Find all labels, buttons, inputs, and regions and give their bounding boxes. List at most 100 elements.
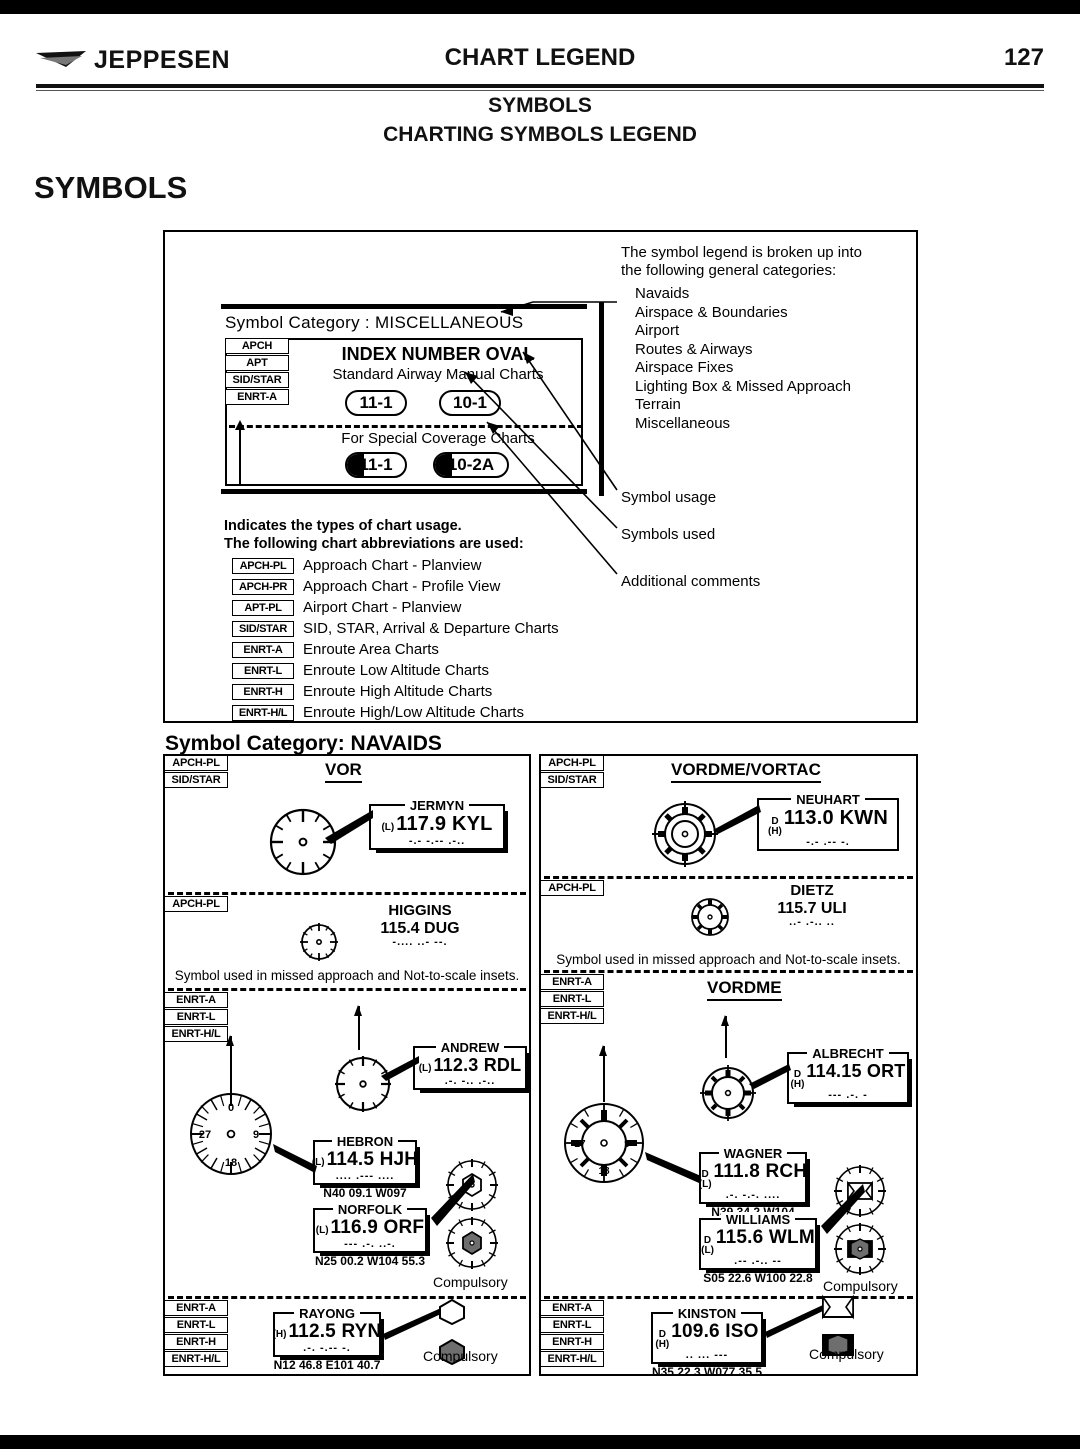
navaid-id-box-jermyn: JERMYN (L) 117.9 KYL -.- -.-- .-.. [369, 798, 508, 853]
usage-tag: ENRT-A [540, 974, 604, 990]
box-shadow-bottom [658, 1362, 766, 1367]
navaid-morse: -.... ..- --. [392, 936, 448, 948]
box-shadow-bottom [706, 1202, 810, 1207]
box-shadow-bottom [376, 848, 508, 853]
abbrev-tag: SID/STAR [232, 620, 294, 637]
vor-fix-filled-icon [446, 1217, 498, 1269]
section-divider [544, 876, 913, 879]
navaid-coordinates: N35 22.3 W077 35.5 [651, 1365, 763, 1379]
vor-fix-hollow-icon [446, 1159, 498, 1211]
navaid-frame: WILLIAMS D (L) 115.6 WLM .-- .-.. -- [699, 1212, 820, 1273]
waypoint-hexagon-hollow-icon [439, 1298, 465, 1326]
navaid-frequency: 111.8 RCH [713, 1161, 808, 1182]
box-shadow-bottom [420, 1088, 530, 1093]
vor-compass-rose-icon: 0 9 18 27 [190, 1093, 272, 1175]
navaid-name: HIGGINS [388, 902, 452, 919]
leader-line [383, 1308, 443, 1340]
box-shadow-right [415, 1147, 420, 1188]
box-shadow-right [907, 1059, 912, 1107]
vordme-fix-hollow-icon [834, 1165, 886, 1217]
navaid-frame: ALBRECHT D (H) 114.15 ORT --- .-. - [787, 1046, 912, 1107]
svg-text:0: 0 [601, 1114, 607, 1125]
vordme-compass-rose-icon: 0 9 18 27 [564, 1103, 644, 1183]
navaid-morse: .. ... --- [685, 1349, 729, 1361]
compulsory-label: Compulsory [823, 1278, 898, 1294]
header-title: CHART LEGEND [444, 44, 636, 71]
subtitle-charting-symbols-legend: CHARTING SYMBOLS LEGEND [383, 123, 697, 146]
leader-line [645, 1152, 701, 1183]
navaid-id-box-albrecht: ALBRECHT D (H) 114.15 ORT --- .-. - [787, 1046, 912, 1107]
navaid-id-box-rayong: RAYONG (H) 112.5 RYN .-. -.-- -. N12 46.… [273, 1306, 384, 1372]
usage-tag: ENRT-H/L [540, 1008, 604, 1024]
navaid-id-box-williams: WILLIAMS D (L) 115.6 WLM .-- .-.. -- S05 … [699, 1212, 820, 1285]
section-divider [168, 892, 526, 895]
navaid-frame: RAYONG (H) 112.5 RYN .-. -.-- -. [273, 1306, 384, 1360]
vor-rose-small-icon [300, 923, 338, 961]
index-oval-label: 10-2A [447, 455, 495, 474]
abbreviation-list: APCH-PL Approach Chart - Planview APCH-P… [232, 555, 559, 723]
box-shadow-bottom [794, 1102, 912, 1107]
navaid-frame: KINSTON D (H) 109.6 ISO .. ... --- [651, 1306, 766, 1367]
usage-tag-column: APCH-PL SID/STAR [164, 755, 228, 789]
box-shadow-right [805, 1159, 810, 1207]
navaid-name: ANDREW [415, 1039, 525, 1057]
list-item: ENRT-H Enroute High Altitude Charts [232, 681, 559, 702]
navaid-name: ALBRECHT [789, 1045, 907, 1063]
navaid-id-box-neuhart: NEUHART D (H) 113.0 KWN -.- .-- -. [757, 792, 899, 851]
section-title-vordme-vortac: VORDME/VORTAC [671, 760, 821, 783]
north-arrow-icon [721, 1015, 729, 1058]
abbrev-text: Enroute Low Altitude Charts [303, 662, 489, 679]
navaid-frequency: 116.9 ORF [330, 1217, 425, 1238]
section-divider [168, 1296, 526, 1299]
navaid-name: HEBRON [315, 1133, 415, 1151]
usage-tag-column: APCH-PL SID/STAR [540, 755, 604, 789]
abbrev-tag: ENRT-H/L [232, 704, 294, 721]
navaid-frequency: 114.5 HJH [326, 1149, 419, 1170]
usage-tag-column: ENRT-A ENRT-L ENRT-H ENRT-H/L [540, 1300, 604, 1368]
usage-tag: ENRT-A [164, 992, 228, 1008]
svg-text:9: 9 [624, 1139, 630, 1150]
section-title-vordme: VORDME [707, 978, 782, 1001]
navaid-name: DIETZ [790, 882, 834, 899]
navaid-morse: .... .--- .... [335, 1170, 395, 1182]
svg-text:0: 0 [228, 1102, 234, 1114]
section-note: Symbol used in missed approach and Not-t… [174, 968, 520, 983]
abbrev-text: SID, STAR, Arrival & Departure Charts [303, 620, 559, 637]
usage-tag-column: ENRT-A ENRT-L ENRT-H/L [540, 974, 604, 1025]
navaid-frequency: 112.5 RYN [288, 1321, 382, 1342]
navaid-id-box-kinston: KINSTON D (H) 109.6 ISO .. ... --- N35 22… [651, 1306, 766, 1379]
navaid-coordinates: S05 22.6 W100 22.8 [703, 1271, 813, 1285]
navaid-name: NORFOLK [315, 1201, 425, 1219]
section-note: Symbol used in missed approach and Not-t… [556, 952, 901, 967]
navaid-frequency: 112.3 RDL [433, 1055, 522, 1075]
north-arrow-icon [354, 1005, 362, 1050]
navaid-id-box-norfolk: NORFOLK (L) 116.9 ORF --- .-. ..-. N25 0… [313, 1202, 430, 1268]
page-header: JEPPESEN CHART LEGEND 127 [0, 40, 1080, 82]
navaid-morse: --- .-. ..-. [344, 1238, 396, 1250]
index-oval-label: 11-1 [359, 455, 393, 474]
abbrev-text: Airport Chart - Planview [303, 599, 462, 616]
usage-tag: ENRT-H/L [540, 1351, 604, 1367]
navaid-name: KINSTON [653, 1305, 761, 1323]
box-shadow-bottom [320, 1183, 420, 1188]
usage-tag-column: APCH-PL [540, 880, 604, 897]
page-number: 127 [1003, 44, 1044, 71]
list-item: SID/STAR SID, STAR, Arrival & Departure … [232, 618, 559, 639]
usage-tag-column: APCH-PL [164, 896, 228, 913]
usage-tag: ENRT-L [540, 991, 604, 1007]
box-shadow-bottom [320, 1251, 430, 1256]
leader-line [749, 1064, 791, 1089]
abbrev-tag: ENRT-L [232, 662, 294, 679]
usage-tag: ENRT-A [540, 1300, 604, 1316]
leader-line [273, 1144, 317, 1173]
usage-tag: ENRT-L [164, 1317, 228, 1333]
navaid-label-higgins: HIGGINS 115.4 DUG -.... ..- --. [345, 902, 495, 948]
navaid-morse: -.- -.-- .-.. [408, 835, 466, 847]
box-shadow-bottom [706, 1268, 820, 1273]
navaid-frequency: 117.9 KYL [396, 813, 493, 835]
navaid-name: RAYONG [275, 1305, 379, 1323]
north-arrow-icon [599, 1045, 607, 1102]
navaid-morse: .-. -.-- -. [303, 1342, 351, 1354]
leader-line [765, 1304, 827, 1338]
usage-tag: APCH-PL [164, 755, 228, 771]
